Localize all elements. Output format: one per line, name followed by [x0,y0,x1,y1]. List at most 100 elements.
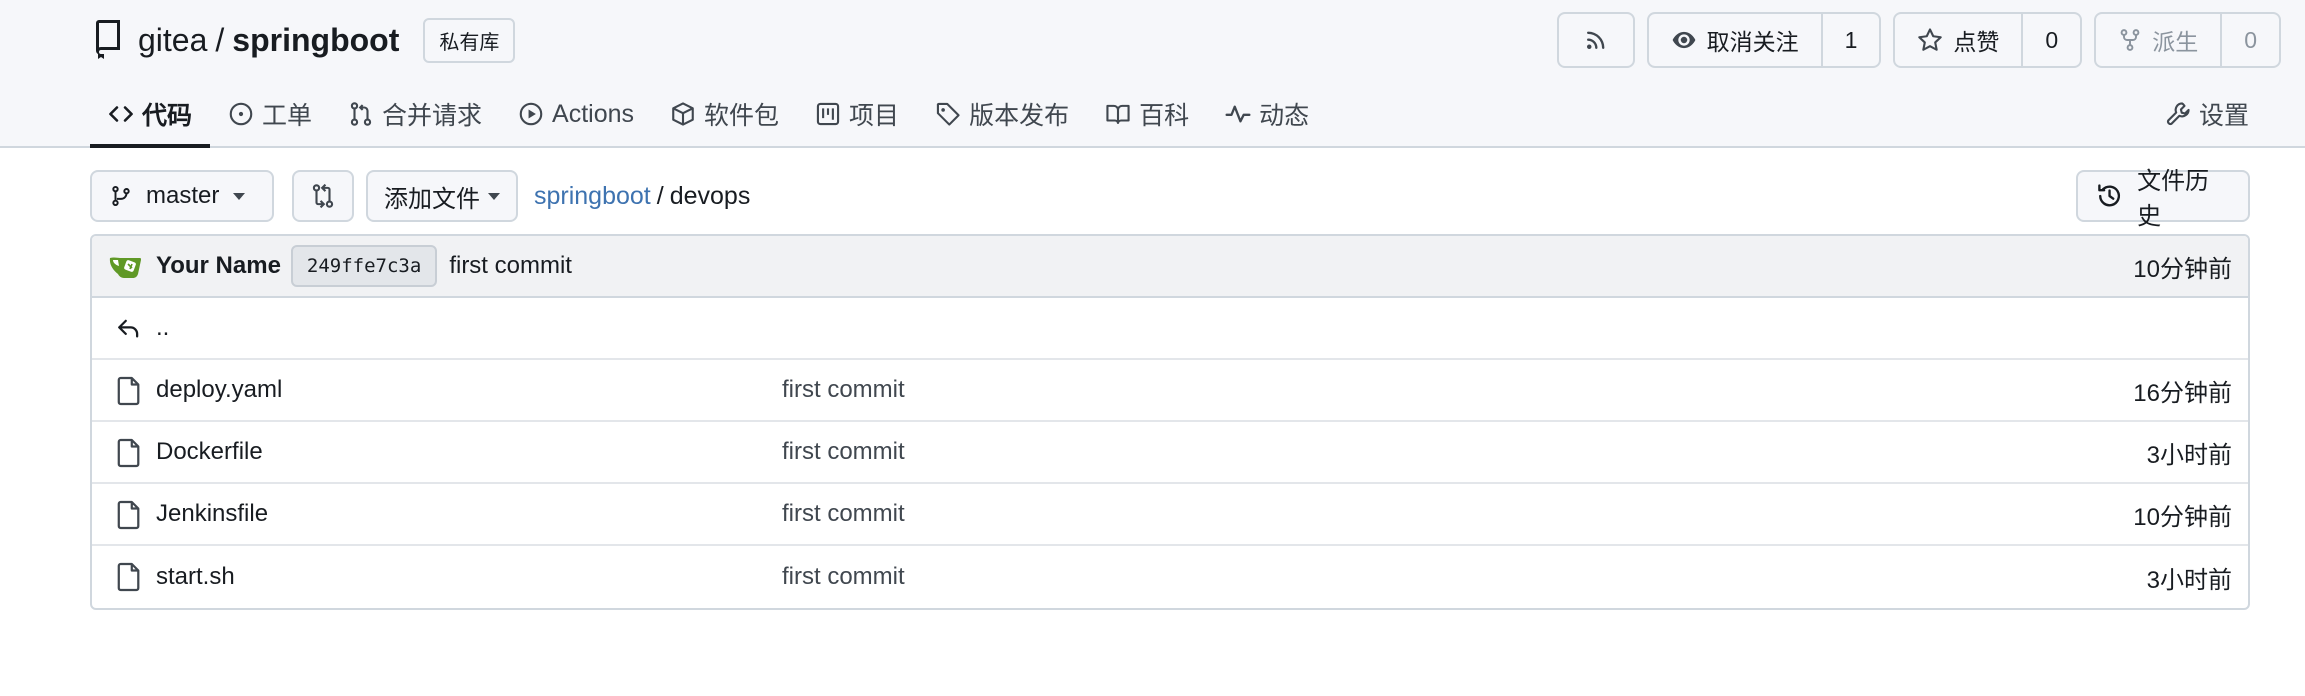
eye-icon [1672,31,1695,49]
tab-label: 百科 [1139,102,1190,130]
file-icon [117,376,140,406]
tab-actions[interactable]: Actions [500,82,652,146]
file-icon [117,562,140,592]
tab-pull-requests[interactable]: 合并请求 [330,82,500,146]
repo-owner-link[interactable]: gitea [138,22,207,59]
unwatch-button[interactable]: 取消关注 [1646,12,1823,68]
file-name[interactable]: Dockerfile [156,438,263,466]
file-commit-message[interactable]: first commit [782,376,905,404]
issue-icon [229,102,253,126]
chevron-down-icon [233,192,246,200]
fork-label: 派生 [2152,29,2199,55]
tab-label: 动态 [1259,102,1310,130]
fork-button[interactable]: 派生 [2094,12,2223,68]
pulse-icon [1225,105,1251,123]
file-row[interactable]: start.sh first commit 3小时前 [92,546,2248,608]
watch-group: 取消关注 1 [1646,12,1882,68]
star-count[interactable]: 0 [2023,12,2083,68]
file-commit-time: 10分钟前 [2133,503,2232,531]
fork-icon [2120,29,2140,51]
file-commit-message[interactable]: first commit [782,563,905,591]
fork-group: 派生 0 [2094,12,2281,68]
tab-label: 项目 [849,102,900,130]
settings-label: 设置 [2198,102,2249,130]
breadcrumb: springboot / devops [534,170,750,222]
rss-icon [1586,31,1605,49]
tab-wiki[interactable]: 百科 [1087,82,1207,146]
branch-selector[interactable]: master [90,170,274,222]
commit-time: 10分钟前 [2133,255,2232,283]
commit-sha[interactable]: 249ffe7c3a [290,245,438,287]
repo-tabs: 代码 工单 合并请求 Actions 软件包 项目 版本发布 百科 动态 [90,82,1327,148]
gitea-logo-icon [109,257,141,278]
file-name[interactable]: Jenkinsfile [156,500,268,528]
tag-icon [936,102,960,126]
watch-count[interactable]: 1 [1822,12,1882,68]
add-file-label: 添加文件 [384,185,480,213]
tab-projects[interactable]: 项目 [797,82,917,146]
file-table: Your Name 249ffe7c3a first commit 10分钟前 … [90,234,2250,610]
chevron-down-icon [488,192,500,200]
play-icon [519,102,543,126]
tab-label: Actions [552,99,635,128]
file-history-label: 文件历史 [2137,168,2210,230]
star-label: 点赞 [1953,29,2000,55]
star-button[interactable]: 点赞 [1893,12,2024,68]
file-commit-message[interactable]: first commit [782,500,905,528]
fork-count[interactable]: 0 [2222,12,2281,68]
tab-label: 代码 [142,102,193,130]
tab-activity[interactable]: 动态 [1207,82,1327,146]
commit-author[interactable]: Your Name [156,252,281,280]
latest-commit-row: Your Name 249ffe7c3a first commit 10分钟前 [92,236,2248,298]
repo-actions: 取消关注 1 点赞 0 派生 0 [1556,12,2281,68]
file-commit-time: 16分钟前 [2133,379,2232,407]
repo-title: gitea / springboot 私有库 [90,17,516,63]
branch-icon [112,185,130,207]
private-badge: 私有库 [423,17,516,63]
file-row[interactable]: Dockerfile first commit 3小时前 [92,422,2248,484]
commit-message[interactable]: first commit [449,252,572,280]
pull-request-icon [350,102,372,126]
file-name[interactable]: start.sh [156,563,235,591]
file-commit-time: 3小时前 [2146,441,2232,469]
repo-name-link[interactable]: springboot [232,22,399,59]
file-row[interactable]: Jenkinsfile first commit 10分钟前 [92,484,2248,546]
tab-label: 版本发布 [969,102,1070,130]
repo-header: gitea / springboot 私有库 取消关注 1 点赞 0 派生 0 … [0,0,2305,148]
star-group: 点赞 0 [1893,12,2083,68]
tab-packages[interactable]: 软件包 [652,82,797,146]
compare-button[interactable] [292,170,354,222]
code-icon [109,106,133,122]
tab-code[interactable]: 代码 [90,82,211,148]
unwatch-label: 取消关注 [1706,29,1799,55]
back-arrow-icon [118,319,139,338]
tab-label: 软件包 [704,102,780,130]
book-icon [1106,104,1130,124]
breadcrumb-separator: / [656,181,664,210]
repo-toolbar: master 添加文件 springboot / devops 文件历史 [90,168,2250,230]
file-row[interactable]: deploy.yaml first commit 16分钟前 [92,360,2248,422]
rss-button[interactable] [1556,12,1635,68]
branch-name: master [146,182,220,209]
breadcrumb-current-dir: devops [669,181,751,210]
tab-label: 合并请求 [382,102,483,130]
parent-dir-row[interactable]: .. [92,298,2248,360]
tab-settings[interactable]: 设置 [2165,82,2249,146]
file-history-button[interactable]: 文件历史 [2076,168,2250,230]
repo-icon [90,20,126,60]
file-icon [117,438,140,468]
avatar[interactable] [108,251,146,281]
wrench-icon [2166,102,2190,126]
tab-issues[interactable]: 工单 [210,82,330,146]
package-icon [672,102,694,126]
add-file-button[interactable]: 添加文件 [366,170,518,222]
history-icon [2098,184,2121,207]
file-commit-message[interactable]: first commit [782,438,905,466]
project-icon [816,102,840,126]
tab-releases[interactable]: 版本发布 [917,82,1087,146]
parent-dir-link[interactable]: .. [156,314,169,342]
file-name[interactable]: deploy.yaml [156,376,282,404]
file-commit-time: 3小时前 [2146,566,2232,594]
repo-separator: / [215,21,225,58]
breadcrumb-repo-link[interactable]: springboot [534,182,651,211]
